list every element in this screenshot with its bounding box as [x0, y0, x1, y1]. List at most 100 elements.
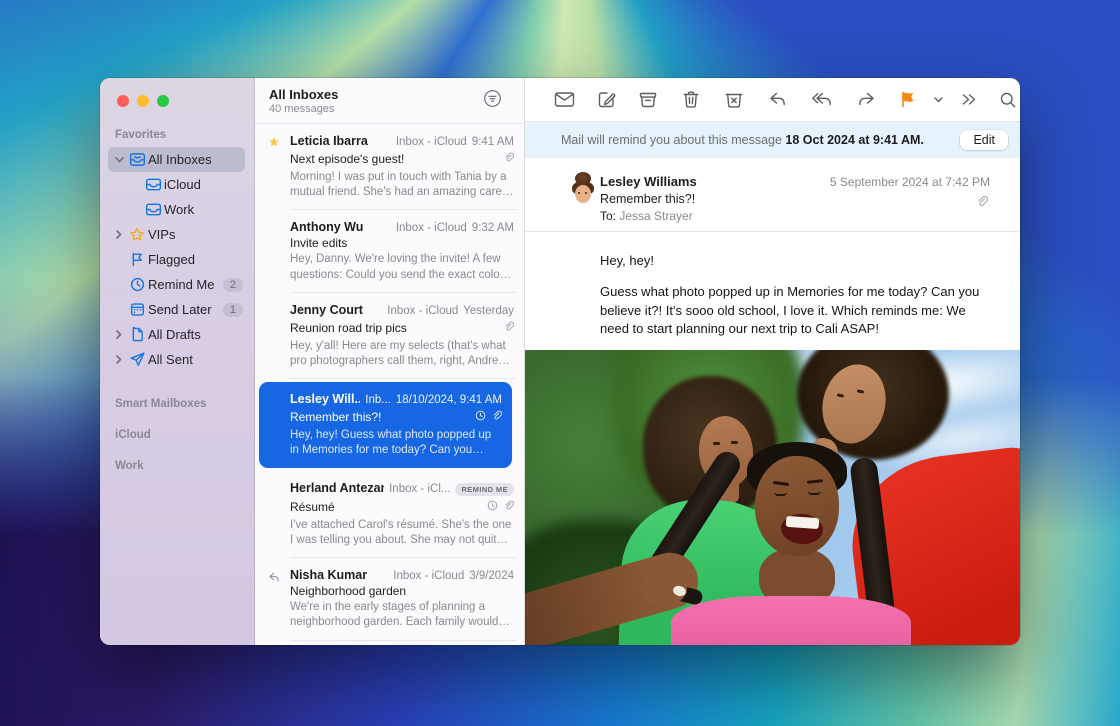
message-rows: Leticia IbarraInbox - iCloud9:41 AM Next…: [255, 124, 524, 645]
icloud-section-label[interactable]: iCloud: [100, 429, 254, 441]
preview: We're in the early stages of planning a …: [290, 600, 514, 630]
subject: Next episode's guest!: [290, 152, 503, 166]
compose-button[interactable]: [586, 85, 627, 115]
sidebar-item-label: VIPs: [148, 227, 245, 242]
calendar-icon: [126, 302, 148, 317]
message-row-rigo-1[interactable]: Rigo RangelInbox - iCloud2/9/2024 Las Ve…: [255, 641, 524, 645]
more-toolbar-items-button[interactable]: [949, 85, 988, 115]
preview: Hey, y'all! Here are my selects (that's …: [290, 339, 514, 369]
avatar-eye: [578, 192, 580, 194]
preview: Hey, hey! Guess what photo popped up in …: [290, 428, 502, 458]
clock-icon: [126, 277, 148, 292]
flag-chevron-icon[interactable]: [928, 85, 949, 115]
clock-icon: [487, 498, 498, 516]
message-row-lesley-selected[interactable]: Lesley Will...Inb...18/10/2024, 9:41 AM …: [259, 382, 512, 468]
sidebar-item-send-later[interactable]: Send Later 1: [108, 297, 245, 322]
to-label: To:: [600, 209, 616, 223]
front-person-pink-shirt: [671, 596, 911, 645]
paperclip-icon: [975, 194, 988, 213]
minimize-button[interactable]: [137, 95, 149, 107]
document-icon: [126, 327, 148, 342]
message-row-nisha[interactable]: Nisha KumarInbox - iCloud3/9/2024 Neighb…: [255, 558, 524, 640]
work-section-label[interactable]: Work: [100, 460, 254, 472]
list-count: 40 messages: [269, 103, 512, 115]
chevron-down-icon[interactable]: [112, 157, 126, 163]
close-button[interactable]: [117, 95, 129, 107]
sidebar-item-all-drafts[interactable]: All Drafts: [108, 322, 245, 347]
avatar-eye: [585, 192, 587, 194]
front-person-eye: [808, 491, 821, 495]
forward-button[interactable]: [846, 85, 887, 115]
sidebar-item-all-inboxes[interactable]: All Inboxes: [108, 147, 245, 172]
paperclip-icon: [503, 319, 514, 337]
subject: Invite edits: [290, 236, 514, 250]
sidebar-item-label: All Sent: [148, 352, 245, 367]
photo-attachment[interactable]: [525, 350, 1020, 645]
trash-button[interactable]: [671, 85, 711, 115]
reminder-datetime: 18 Oct 2024 at 9:41 AM.: [785, 133, 924, 147]
time: 3/9/2024: [469, 570, 514, 582]
inbox-icon: [142, 202, 164, 217]
sidebar-item-label: Send Later: [148, 302, 223, 317]
front-person-teeth: [786, 516, 820, 529]
preview: Morning! I was put in touch with Tania b…: [290, 170, 514, 200]
sidebar-item-work-inbox[interactable]: Work: [108, 197, 245, 222]
favorites-section-label: Favorites: [100, 129, 254, 141]
get-mail-button[interactable]: [543, 85, 586, 115]
search-button[interactable]: [988, 85, 1020, 115]
chevron-right-icon[interactable]: [112, 230, 126, 239]
time: Yesterday: [463, 305, 514, 317]
flag-button[interactable]: [889, 85, 928, 115]
mailbox: Inbox - iCloud: [387, 305, 458, 317]
message-row-jenny[interactable]: Jenny CourtInbox - iCloudYesterday Reuni…: [255, 293, 524, 379]
reminder-text: Mail will remind you about this message …: [561, 133, 924, 147]
message-list-header: All Inboxes 40 messages: [255, 78, 524, 124]
mailbox: Inbox - iCloud: [396, 222, 467, 234]
sidebar-item-remind-me[interactable]: Remind Me 2: [108, 272, 245, 297]
subject: Résumé: [290, 500, 487, 514]
sidebar-item-all-sent[interactable]: All Sent: [108, 347, 245, 372]
preview: Hey, Danny. We're loving the invite! A f…: [290, 252, 514, 282]
message-row-herland[interactable]: Herland AntezanaInbox - iCl...REMIND ME …: [255, 471, 524, 558]
mail-window: Favorites All Inboxes iCloud Work VIPs: [100, 78, 1020, 645]
body-paragraph: Hey, hey!: [600, 252, 990, 270]
message-row-leticia[interactable]: Leticia IbarraInbox - iCloud9:41 AM Next…: [255, 124, 524, 210]
chevron-right-icon[interactable]: [112, 355, 126, 364]
mailbox: Inbox - iCl...: [389, 483, 450, 495]
message-row-anthony[interactable]: Anthony WuInbox - iCloud9:32 AM Invite e…: [255, 210, 524, 292]
avatar[interactable]: [568, 174, 598, 204]
message-header: Lesley Williams Remember this?! To: Jess…: [525, 158, 1020, 232]
badge-count: 2: [223, 278, 243, 292]
sender: Leticia Ibarra: [290, 134, 391, 148]
desktop-background: Favorites All Inboxes iCloud Work VIPs: [0, 0, 1120, 726]
filter-circle-icon[interactable]: [483, 89, 502, 113]
chevron-right-icon[interactable]: [112, 330, 126, 339]
body-paragraph: Guess what photo popped up in Memories f…: [600, 283, 990, 338]
flag-icon: [126, 252, 148, 267]
reminder-banner: Mail will remind you about this message …: [525, 122, 1020, 158]
sidebar-item-vips[interactable]: VIPs: [108, 222, 245, 247]
mailbox: Inbox - iCloud: [396, 136, 467, 148]
preview: I've attached Carol's résumé. She's the …: [290, 518, 514, 548]
message-pane: Mail will remind you about this message …: [525, 78, 1020, 645]
sidebar: Favorites All Inboxes iCloud Work VIPs: [100, 78, 255, 645]
inbox-stack-icon: [126, 152, 148, 167]
mailbox: Inb...: [365, 394, 391, 406]
time: 18/10/2024, 9:41 AM: [396, 394, 502, 406]
edit-button[interactable]: Edit: [960, 130, 1008, 150]
message-subject: Remember this?!: [600, 192, 990, 206]
sidebar-item-label: All Inboxes: [148, 152, 245, 167]
message-list: All Inboxes 40 messages Leticia Ibarra In…: [255, 78, 525, 645]
reply-button[interactable]: [757, 85, 798, 115]
archive-button[interactable]: [627, 85, 669, 115]
avatar-face: [575, 185, 591, 203]
smart-mailboxes-section-label[interactable]: Smart Mailboxes: [100, 398, 254, 410]
junk-button[interactable]: [713, 85, 755, 115]
sidebar-item-icloud-inbox[interactable]: iCloud: [108, 172, 245, 197]
subject: Remember this?!: [290, 410, 475, 424]
zoom-button[interactable]: [157, 95, 169, 107]
reply-all-button[interactable]: [800, 85, 844, 115]
recipient[interactable]: Jessa Strayer: [619, 209, 692, 223]
sidebar-item-flagged[interactable]: Flagged: [108, 247, 245, 272]
mailbox: Inbox - iCloud: [393, 570, 464, 582]
